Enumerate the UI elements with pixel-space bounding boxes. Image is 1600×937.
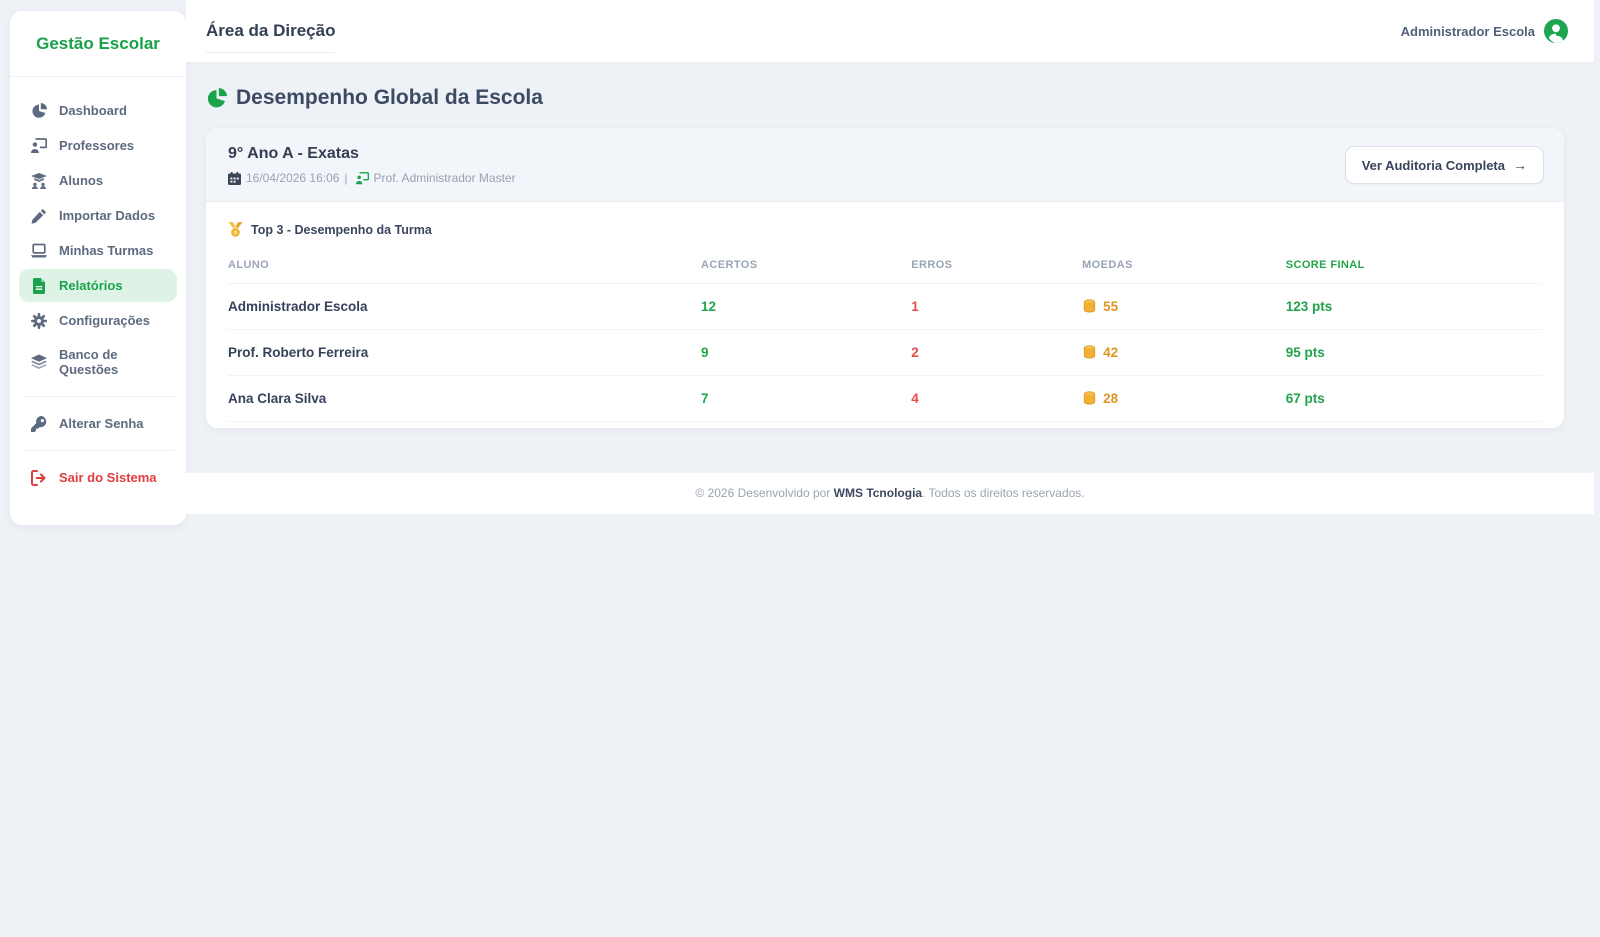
cell-moedas: 42 [1082, 330, 1286, 376]
pencil-icon [30, 207, 47, 224]
calendar-icon [228, 172, 241, 185]
medal-icon [228, 222, 243, 237]
page-title: Área da Direção [206, 0, 335, 62]
top3-heading: Top 3 - Desempenho da Turma [228, 222, 1542, 237]
cell-acertos: 7 [701, 376, 911, 422]
sidebar-item-banco-de-questoes[interactable]: Banco de Questões [19, 339, 177, 385]
footer-suffix: . Todos os direitos reservados. [922, 486, 1085, 500]
report-title: 9° Ano A - Exatas [228, 145, 516, 163]
cell-acertos: 9 [701, 330, 911, 376]
chalkboard-teacher-icon [356, 172, 369, 185]
col-aluno: ALUNO [228, 251, 701, 284]
view-audit-label: Ver Auditoria Completa [1362, 158, 1505, 173]
pie-chart-icon [30, 102, 47, 119]
layers-icon [30, 354, 47, 371]
app-layout: Gestão Escolar Dashboard Professores Alu… [0, 0, 1600, 937]
top3-table: ALUNO ACERTOS ERROS MOEDAS SCORE FINAL A… [228, 251, 1542, 422]
sidebar-item-relatorios[interactable]: Relatórios [19, 269, 177, 302]
topbar: Área da Direção Administrador Escola [186, 0, 1594, 62]
coins-icon [1082, 299, 1097, 314]
sidebar-nav: Dashboard Professores Alunos Importar Da… [10, 77, 186, 386]
report-datetime: 16/04/2026 16:06 [246, 171, 339, 185]
section-heading: Desempenho Global da Escola [206, 86, 1564, 110]
sidebar-item-label: Professores [59, 138, 134, 153]
cell-acertos: 12 [701, 284, 911, 330]
report-teacher: Prof. Administrador Master [374, 171, 516, 185]
sidebar-item-professores[interactable]: Professores [19, 129, 177, 162]
sidebar-item-importar-dados[interactable]: Importar Dados [19, 199, 177, 232]
view-audit-button[interactable]: Ver Auditoria Completa → [1345, 146, 1544, 184]
app-logo: Gestão Escolar [10, 11, 186, 77]
sidebar-item-label: Minhas Turmas [59, 243, 153, 258]
coins-icon [1082, 345, 1097, 360]
footer-brand: WMS Tcnologia [834, 486, 922, 500]
report-card: 9° Ano A - Exatas 16/04/2026 16:06 | Pro… [206, 128, 1564, 428]
main-column: Área da Direção Administrador Escola Des… [186, 0, 1594, 514]
cell-score: 95 pts [1286, 330, 1542, 376]
sidebar-item-logout[interactable]: Sair do Sistema [19, 461, 177, 494]
cell-score: 67 pts [1286, 376, 1542, 422]
sidebar-item-label: Configurações [59, 313, 150, 328]
sidebar-item-label: Alterar Senha [59, 416, 144, 431]
sidebar-item-label: Relatórios [59, 278, 123, 293]
cell-aluno: Ana Clara Silva [228, 376, 701, 422]
user-avatar-icon [1544, 19, 1568, 43]
col-moedas: MOEDAS [1082, 251, 1286, 284]
col-erros: ERROS [911, 251, 1082, 284]
sidebar-item-alunos[interactable]: Alunos [19, 164, 177, 197]
table-row: Administrador Escola 12 1 55 123 pts [228, 284, 1542, 330]
sidebar-item-dashboard[interactable]: Dashboard [19, 94, 177, 127]
chalkboard-teacher-icon [30, 137, 47, 154]
sidebar-item-alterar-senha[interactable]: Alterar Senha [19, 407, 177, 440]
meta-separator: | [344, 171, 347, 185]
pie-chart-icon [206, 88, 227, 109]
report-card-header: 9° Ano A - Exatas 16/04/2026 16:06 | Pro… [206, 128, 1564, 202]
sidebar-item-label: Alunos [59, 173, 103, 188]
cell-erros: 1 [911, 284, 1082, 330]
coins-icon [1082, 391, 1097, 406]
cell-erros: 4 [911, 376, 1082, 422]
sidebar-item-label: Sair do Sistema [59, 470, 157, 485]
user-menu[interactable]: Administrador Escola [1401, 19, 1568, 43]
cell-moedas: 28 [1082, 376, 1286, 422]
gear-icon [30, 312, 47, 329]
report-meta: 16/04/2026 16:06 | Prof. Administrador M… [228, 171, 516, 185]
cell-erros: 2 [911, 330, 1082, 376]
sidebar-divider [22, 450, 174, 451]
cell-aluno: Prof. Roberto Ferreira [228, 330, 701, 376]
content: Desempenho Global da Escola 9° Ano A - E… [186, 62, 1594, 473]
user-name: Administrador Escola [1401, 24, 1535, 39]
table-row: Ana Clara Silva 7 4 28 67 pts [228, 376, 1542, 422]
arrow-right-icon: → [1513, 157, 1527, 173]
cell-aluno: Administrador Escola [228, 284, 701, 330]
col-score: SCORE FINAL [1286, 251, 1542, 284]
laptop-icon [30, 242, 47, 259]
sidebar: Gestão Escolar Dashboard Professores Alu… [10, 11, 186, 525]
sidebar-divider [22, 396, 174, 397]
key-icon [30, 415, 47, 432]
sidebar-item-label: Banco de Questões [59, 347, 166, 377]
report-file-icon [30, 277, 47, 294]
section-title: Desempenho Global da Escola [236, 86, 543, 110]
table-header-row: ALUNO ACERTOS ERROS MOEDAS SCORE FINAL [228, 251, 1542, 284]
top3-title: Top 3 - Desempenho da Turma [251, 223, 432, 237]
sidebar-item-label: Dashboard [59, 103, 127, 118]
students-icon [30, 172, 47, 189]
col-acertos: ACERTOS [701, 251, 911, 284]
table-row: Prof. Roberto Ferreira 9 2 42 95 pts [228, 330, 1542, 376]
cell-moedas: 55 [1082, 284, 1286, 330]
cell-score: 123 pts [1286, 284, 1542, 330]
report-card-header-left: 9° Ano A - Exatas 16/04/2026 16:06 | Pro… [228, 145, 516, 185]
footer: © 2026 Desenvolvido por WMS Tcnologia. T… [186, 473, 1594, 514]
sign-out-icon [30, 469, 47, 486]
sidebar-item-configuracoes[interactable]: Configurações [19, 304, 177, 337]
report-card-body: Top 3 - Desempenho da Turma ALUNO ACERTO… [206, 202, 1564, 428]
sidebar-item-label: Importar Dados [59, 208, 155, 223]
sidebar-item-minhas-turmas[interactable]: Minhas Turmas [19, 234, 177, 267]
footer-prefix: © 2026 Desenvolvido por [695, 486, 830, 500]
